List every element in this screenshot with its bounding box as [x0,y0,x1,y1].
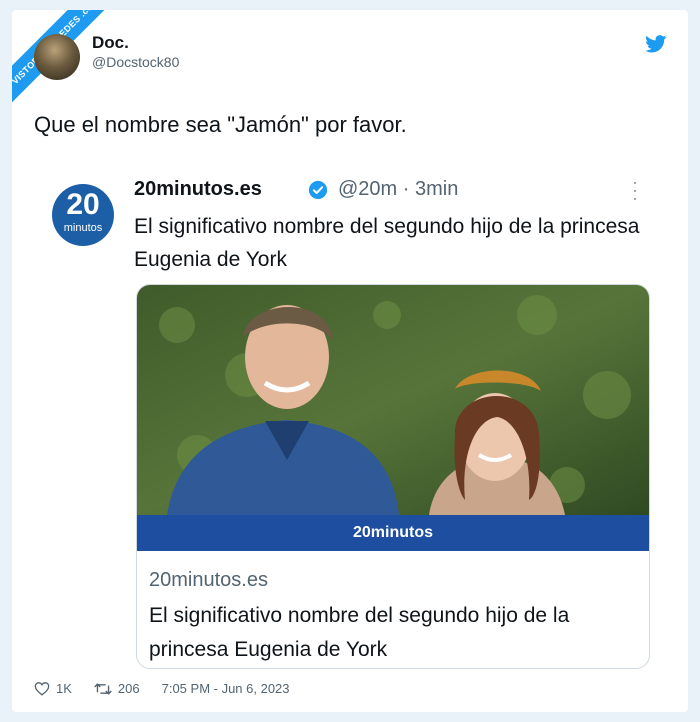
logo-word: minutos [63,222,103,234]
retweet-count: 206 [117,681,140,696]
tweet-timestamp[interactable]: 7:05 PM - Jun 6, 2023 [162,681,290,696]
news-photo [137,285,649,515]
author-name[interactable]: Doc. [92,33,129,53]
like-count: 1K [56,681,72,696]
tweet-text: Que el nombre sea "Jamón" por favor. [34,112,407,137]
avatar[interactable] [34,34,80,80]
brand-bar: 20minutos [137,515,649,551]
quoted-tweet[interactable]: 20 minutos 20minutos.es @20m · 3min · · · … [46,168,652,674]
verified-badge-icon [308,180,328,200]
more-options-icon[interactable]: · · · [632,173,638,207]
link-card[interactable]: 20minutos 20minutos.es El significativo … [136,284,650,669]
quoted-handle-time: @20m · 3min [338,178,459,200]
quoted-author-name[interactable]: 20minutos.es [134,178,262,201]
retweet-icon[interactable] [94,682,112,696]
twitter-bird-icon[interactable] [645,35,667,53]
logo-number: 20 [66,188,100,221]
quoted-avatar-logo[interactable]: 20 minutos [52,184,114,246]
link-domain: 20minutos.es [149,569,268,591]
quoted-text: El significativo nombre del segundo hijo… [134,215,640,271]
like-heart-icon[interactable] [34,681,50,696]
tweet-footer: 1K 206 7:05 PM - Jun 6, 2023 [34,681,290,696]
author-handle[interactable]: @Docstock80 [92,54,179,70]
link-title: El significativo nombre del segundo hijo… [149,604,570,661]
